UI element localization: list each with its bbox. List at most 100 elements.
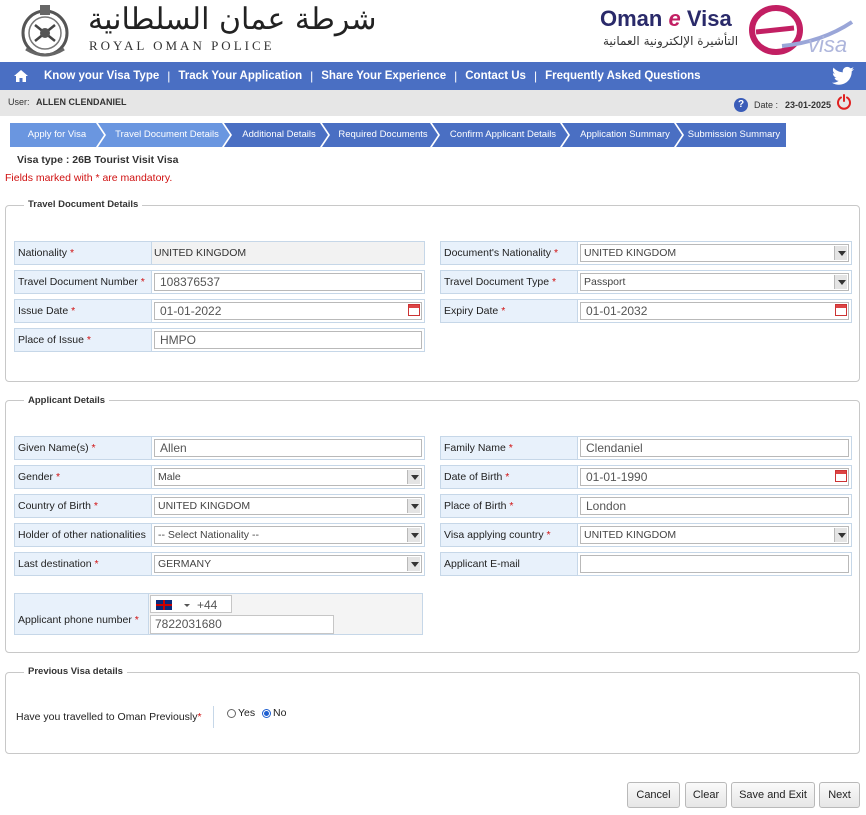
help-icon[interactable]: ?	[734, 98, 748, 112]
chevron-down-icon	[407, 557, 420, 571]
uk-flag-icon	[156, 600, 172, 610]
doc-number-input[interactable]: 108376537	[154, 273, 422, 291]
given-name-row: Given Name(s) * Allen	[14, 436, 425, 460]
gender-cell: Male	[152, 466, 424, 488]
police-arabic-title: شرطة عمان السلطانية	[88, 2, 377, 37]
country-birth-select[interactable]: UNITED KINGDOM	[154, 497, 422, 515]
calendar-icon[interactable]	[835, 470, 847, 482]
other-nationalities-row: Holder of other nationalities -- Select …	[14, 523, 425, 547]
dob-row: Date of Birth * 01-01-1990	[440, 465, 852, 489]
family-name-input[interactable]: Clendaniel	[580, 439, 849, 457]
travelled-oman-question: Have you travelled to Oman Previously*	[14, 706, 214, 728]
chevron-down-icon	[834, 246, 847, 260]
nav-track-application[interactable]: Track Your Application	[170, 62, 310, 90]
calendar-icon[interactable]	[408, 304, 420, 316]
home-icon[interactable]	[6, 62, 36, 90]
family-name-cell: Clendaniel	[578, 437, 851, 459]
mandatory-note: Fields marked with * are mandatory.	[5, 172, 173, 184]
place-issue-row: Place of Issue * HMPO	[14, 328, 425, 352]
last-destination-row: Last destination * GERMANY	[14, 552, 425, 576]
nationality-label: Nationality *	[15, 242, 152, 264]
doc-nationality-cell: UNITED KINGDOM	[578, 242, 851, 264]
given-name-input[interactable]: Allen	[154, 439, 422, 457]
place-birth-row: Place of Birth * London	[440, 494, 852, 518]
country-birth-cell: UNITED KINGDOM	[152, 495, 424, 517]
visa-country-row: Visa applying country * UNITED KINGDOM	[440, 523, 852, 547]
chevron-down-icon	[407, 528, 420, 542]
doc-type-row: Travel Document Type * Passport	[440, 270, 852, 294]
phone-input[interactable]: 7822031680	[150, 615, 334, 634]
place-birth-cell: London	[578, 495, 851, 517]
step-application-summary[interactable]: Application Summary	[562, 123, 682, 147]
user-label: User:	[8, 97, 30, 107]
last-destination-select[interactable]: GERMANY	[154, 555, 422, 573]
caret-down-icon	[184, 604, 190, 607]
travelled-no-radio[interactable]	[262, 709, 271, 718]
visa-country-label: Visa applying country *	[441, 524, 578, 546]
evisa-arabic-title: التأشيرة الإلكترونية العمانية	[603, 34, 739, 48]
other-nationalities-cell: -- Select Nationality --	[152, 524, 424, 546]
other-nationalities-label: Holder of other nationalities	[15, 524, 152, 546]
doc-type-cell: Passport	[578, 271, 851, 293]
expiry-date-row: Expiry Date * 01-01-2032	[440, 299, 852, 323]
dob-input[interactable]: 01-01-1990	[580, 468, 849, 486]
expiry-date-input[interactable]: 01-01-2032	[580, 302, 849, 320]
step-travel-document-details[interactable]: Travel Document Details	[98, 123, 230, 147]
place-birth-input[interactable]: London	[580, 497, 849, 515]
nav-contact-us[interactable]: Contact Us	[457, 62, 534, 90]
gender-select[interactable]: Male	[154, 468, 422, 486]
issue-date-row: Issue Date * 01-01-2022	[14, 299, 425, 323]
visa-country-select[interactable]: UNITED KINGDOM	[580, 526, 849, 544]
dob-label: Date of Birth *	[441, 466, 578, 488]
next-button[interactable]: Next	[819, 782, 860, 808]
applicant-legend: Applicant Details	[24, 395, 110, 406]
email-label: Applicant E-mail	[441, 553, 578, 575]
phone-cell: +44 7822031680	[149, 594, 422, 634]
email-input[interactable]	[580, 555, 849, 573]
doc-nationality-select[interactable]: UNITED KINGDOM	[580, 244, 849, 262]
travelled-yes-label: Yes	[238, 707, 256, 719]
wizard-steps: Apply for Visa Travel Document Details A…	[10, 123, 786, 147]
nav-faq[interactable]: Frequently Asked Questions	[537, 62, 709, 90]
clear-button[interactable]: Clear	[685, 782, 727, 808]
country-code-value: +44	[197, 598, 218, 612]
place-issue-input[interactable]: HMPO	[154, 331, 422, 349]
doc-nationality-label: Document's Nationality *	[441, 242, 578, 264]
user-name: ALLEN CLENDANIEL	[36, 97, 127, 107]
chevron-down-icon	[834, 275, 847, 289]
issue-date-input[interactable]: 01-01-2022	[154, 302, 422, 320]
nav-share-experience[interactable]: Share Your Experience	[313, 62, 454, 90]
visa-type: Visa type : 26B Tourist Visit Visa	[17, 154, 179, 166]
step-apply-for-visa[interactable]: Apply for Visa	[10, 123, 104, 147]
travelled-no-label: No	[273, 707, 287, 719]
family-name-row: Family Name * Clendaniel	[440, 436, 852, 460]
country-code-select[interactable]: +44	[150, 595, 232, 613]
visa-country-cell: UNITED KINGDOM	[578, 524, 851, 546]
logout-power-icon[interactable]	[836, 94, 852, 110]
country-birth-label: Country of Birth *	[15, 495, 152, 517]
given-name-cell: Allen	[152, 437, 424, 459]
step-confirm-applicant-details[interactable]: Confirm Applicant Details	[432, 123, 568, 147]
nav-know-visa-type[interactable]: Know your Visa Type	[36, 62, 167, 90]
phone-row: Applicant phone number * +44 7822031680	[14, 593, 423, 635]
step-additional-details[interactable]: Additional Details	[224, 123, 328, 147]
calendar-icon[interactable]	[835, 304, 847, 316]
doc-nationality-row: Document's Nationality * UNITED KINGDOM	[440, 241, 852, 265]
last-destination-cell: GERMANY	[152, 553, 424, 575]
save-and-exit-button[interactable]: Save and Exit	[731, 782, 815, 808]
place-issue-label: Place of Issue *	[15, 329, 152, 351]
twitter-icon[interactable]	[832, 66, 854, 86]
step-required-documents[interactable]: Required Documents	[322, 123, 438, 147]
travelled-yes-radio[interactable]	[227, 709, 236, 718]
travel-document-legend: Travel Document Details	[24, 199, 143, 210]
gender-label: Gender *	[15, 466, 152, 488]
other-nationalities-select[interactable]: -- Select Nationality --	[154, 526, 422, 544]
cancel-button[interactable]: Cancel	[627, 782, 680, 808]
evisa-logo-icon: visa	[749, 5, 854, 57]
step-submission-summary[interactable]: Submission Summary	[676, 123, 786, 147]
last-destination-label: Last destination *	[15, 553, 152, 575]
doc-type-select[interactable]: Passport	[580, 273, 849, 291]
royal-oman-police-emblem-icon	[21, 5, 69, 57]
main-nav: Know your Visa Type | Track Your Applica…	[0, 62, 866, 90]
site-header: شرطة عمان السلطانية ROYAL OMAN POLICE Om…	[0, 0, 866, 62]
